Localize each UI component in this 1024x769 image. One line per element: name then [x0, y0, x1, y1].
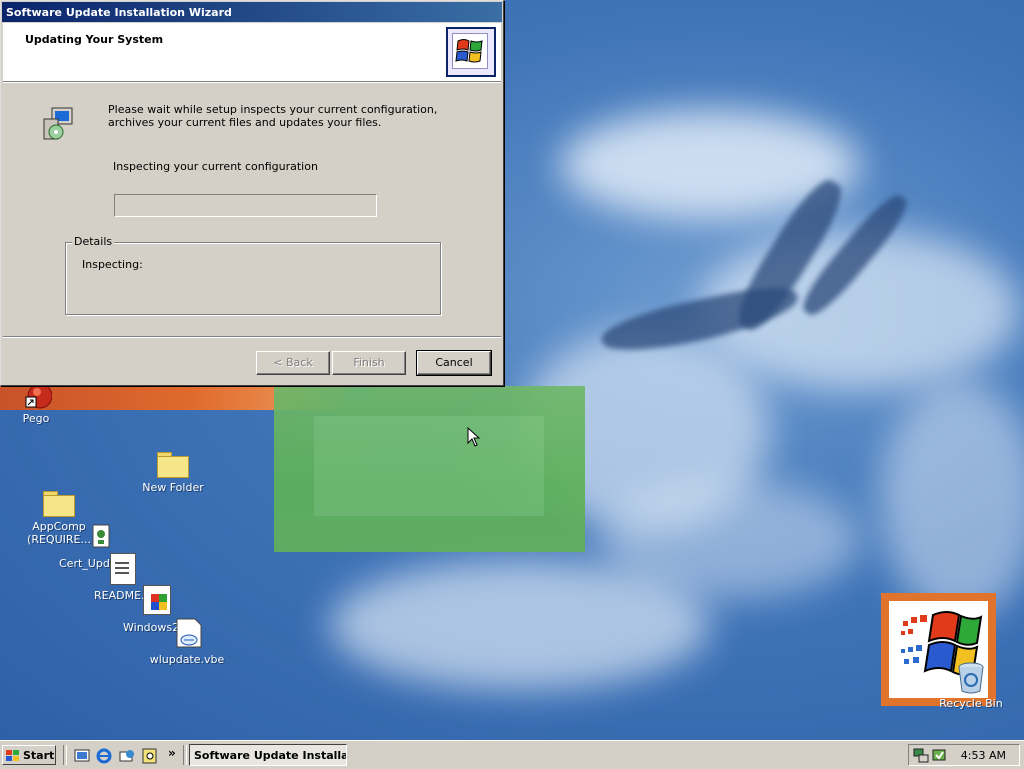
wizard-header: Updating Your System — [3, 23, 501, 82]
desktop-icon-readme[interactable]: README.t — [80, 589, 150, 602]
start-button[interactable]: Start — [2, 745, 56, 765]
details-text: Inspecting: — [82, 258, 143, 271]
desktop-icon-label: Recycle Bin — [939, 697, 1003, 710]
desktop-icon-label: wlupdate.vbe — [149, 653, 225, 666]
divider — [3, 81, 501, 83]
details-title: Details — [72, 235, 115, 248]
update-icon[interactable] — [931, 747, 947, 763]
desktop-icon-label: AppComp (REQUIRE... — [27, 520, 91, 546]
script-file-icon — [176, 618, 202, 648]
green-overlay-rect — [274, 386, 585, 552]
system-tray: 4:53 AM — [908, 744, 1020, 766]
desktop-icon-wlupdate[interactable]: wlupdate.vbe — [144, 653, 230, 666]
folder-icon — [43, 491, 75, 517]
folder-icon — [157, 452, 189, 478]
mouse-pointer-icon — [467, 427, 481, 447]
windows-flag-icon — [6, 750, 19, 761]
windows-logo-icon — [446, 27, 496, 77]
internet-explorer-icon[interactable] — [96, 748, 112, 764]
taskbar-separator — [183, 745, 187, 765]
taskbar-separator — [63, 745, 67, 765]
recycle-bin-icon — [958, 662, 984, 694]
taskbar: Start » Software Update Installa... 4:53… — [0, 740, 1024, 769]
details-groupbox: Details Inspecting: — [65, 235, 441, 315]
desktop-icon-pego[interactable]: Pego — [0, 383, 79, 425]
search-icon[interactable] — [142, 748, 158, 764]
desktop-icon-label: README.t — [94, 589, 149, 602]
certificate-icon — [92, 524, 110, 548]
pego-icon — [25, 383, 52, 409]
desktop-icon-label: New Folder — [142, 481, 204, 494]
divider — [3, 336, 501, 338]
page-title: Updating Your System — [25, 33, 164, 46]
status-text: Inspecting your current configuration — [113, 160, 318, 173]
finish-button[interactable]: Finish — [332, 351, 406, 375]
progress-bar — [114, 194, 377, 217]
taskbar-button-wizard[interactable]: Software Update Installa... — [189, 744, 347, 766]
text-file-icon — [110, 553, 136, 585]
window-titlebar[interactable]: Software Update Installation Wizard — [2, 2, 502, 22]
network-icon[interactable] — [913, 747, 929, 763]
desktop-icon-label: Pego — [22, 412, 50, 425]
windows-installer-icon — [143, 585, 171, 615]
desktop-icon-new-folder[interactable]: New Folder — [130, 452, 216, 494]
setup-computer-icon — [43, 107, 73, 140]
start-label: Start — [23, 749, 55, 762]
wizard-window: Software Update Installation Wizard Upda… — [0, 0, 504, 386]
clock[interactable]: 4:53 AM — [961, 749, 1006, 762]
cancel-button[interactable]: Cancel — [416, 350, 492, 376]
show-desktop-icon[interactable] — [74, 748, 90, 764]
desktop-icon-recycle-bin[interactable]: Recycle Bin — [928, 662, 1014, 710]
back-button[interactable]: < Back — [256, 351, 330, 375]
quicklaunch-chevron[interactable]: » — [168, 746, 176, 760]
desktop-icon-appcomp[interactable]: AppComp (REQUIRE... — [16, 491, 102, 546]
wizard-description: Please wait while setup inspects your cu… — [108, 103, 438, 129]
outlook-express-icon[interactable] — [119, 748, 135, 764]
